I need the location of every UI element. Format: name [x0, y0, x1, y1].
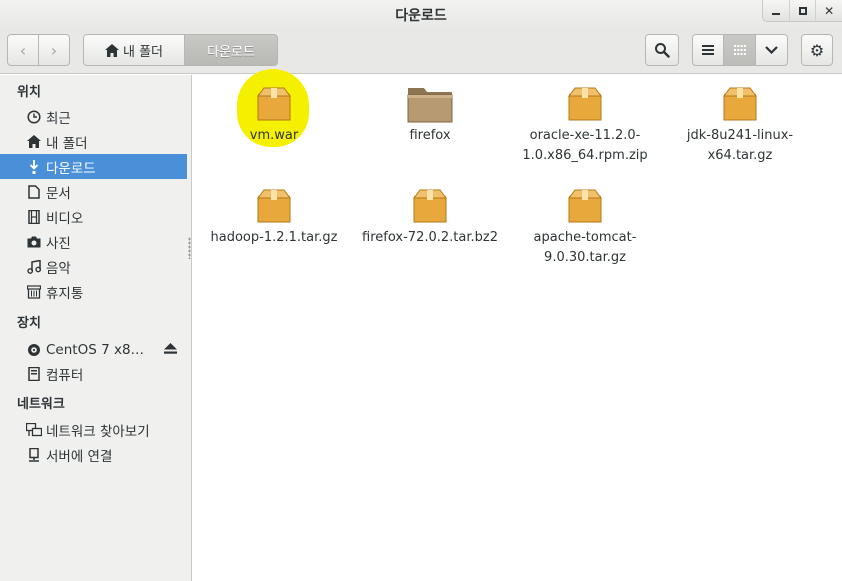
- grid-view-icon: [733, 45, 746, 55]
- package-icon: [568, 87, 602, 121]
- sidebar-item-label: 비디오: [46, 210, 84, 227]
- forward-icon: ›: [50, 40, 58, 60]
- gear-icon: ⚙: [809, 40, 825, 60]
- file-item-hadoop[interactable]: hadoop-1.2.1.tar.gz: [199, 186, 349, 248]
- package-icon: [723, 87, 757, 121]
- computer-icon: [26, 366, 42, 382]
- file-item-oracle-xe[interactable]: oracle-xe-11.2.0-1.0.x86_64.rpm.zip: [510, 84, 660, 166]
- music-icon: [26, 259, 42, 275]
- maximize-icon: [798, 6, 807, 15]
- sidebar-item-label: 휴지통: [46, 285, 84, 302]
- list-view-button[interactable]: [692, 34, 724, 66]
- sidebar-item-label: CentOS 7 x8…: [46, 341, 145, 358]
- document-icon: [26, 184, 42, 200]
- file-item-apache-tomcat[interactable]: apache-tomcat-9.0.30.tar.gz: [510, 186, 660, 268]
- sidebar-item-label: 최근: [46, 110, 71, 127]
- sidebar-header-devices: 장치: [17, 316, 41, 331]
- close-button[interactable]: ✕: [816, 0, 842, 21]
- sidebar-item-label: 다운로드: [46, 160, 96, 177]
- clock-icon: [26, 109, 42, 125]
- package-icon: [413, 189, 447, 223]
- sidebar-item-centos-disc[interactable]: CentOS 7 x8…: [0, 337, 187, 362]
- path-downloads-label: 다운로드: [207, 44, 255, 60]
- search-button[interactable]: [645, 34, 679, 66]
- package-icon: [257, 189, 291, 223]
- sidebar-item-documents[interactable]: 문서: [0, 179, 187, 204]
- view-options-button[interactable]: [755, 34, 788, 66]
- file-name: apache-tomcat-9.0.30.tar.gz: [533, 230, 637, 265]
- camera-icon: [26, 234, 42, 250]
- sidebar-item-browse-network[interactable]: 네트워크 찾아보기: [0, 417, 187, 442]
- window-controls: ✕: [762, 0, 842, 22]
- minimize-icon: [771, 12, 780, 15]
- file-name: firefox: [409, 128, 451, 143]
- file-name: firefox-72.0.2.tar.bz2: [362, 230, 498, 245]
- network-icon: [26, 422, 42, 438]
- sidebar-item-computer[interactable]: 컴퓨터: [0, 361, 187, 386]
- eject-icon[interactable]: [164, 342, 177, 357]
- toolbar: ‹ › 내 폴더 다운로드 ⚙: [0, 26, 842, 74]
- maximize-button[interactable]: [790, 0, 817, 21]
- sidebar-item-label: 음악: [46, 260, 71, 277]
- settings-button[interactable]: ⚙: [801, 34, 833, 66]
- path-button-downloads[interactable]: 다운로드: [184, 34, 278, 66]
- trash-icon: [26, 284, 42, 300]
- back-button[interactable]: ‹: [7, 34, 39, 66]
- sidebar-header-places: 위치: [17, 85, 41, 100]
- download-icon: [26, 159, 42, 175]
- file-name: jdk-8u241-linux-x64.tar.gz: [686, 128, 794, 163]
- sidebar-header-network: 네트워크: [17, 397, 65, 412]
- chevron-down-icon: [765, 46, 778, 54]
- sidebar-resize-handle[interactable]: [188, 237, 191, 259]
- server-icon: [26, 447, 42, 463]
- file-name: oracle-xe-11.2.0-1.0.x86_64.rpm.zip: [522, 128, 648, 163]
- back-icon: ‹: [19, 40, 27, 60]
- sidebar-item-label: 컴퓨터: [46, 367, 84, 384]
- file-item-firefox-archive[interactable]: firefox-72.0.2.tar.bz2: [355, 186, 505, 248]
- title-bar: 다운로드 ✕: [0, 0, 842, 26]
- search-icon: [655, 43, 670, 58]
- sidebar-item-home[interactable]: 내 폴더: [0, 129, 187, 154]
- sidebar-item-label: 네트워크 찾아보기: [46, 423, 150, 440]
- list-view-icon: [702, 45, 714, 55]
- sidebar-item-pictures[interactable]: 사진: [0, 229, 187, 254]
- close-icon: ✕: [824, 3, 835, 18]
- package-icon: [257, 87, 291, 121]
- sidebar-item-music[interactable]: 음악: [0, 254, 187, 279]
- sidebar-item-downloads[interactable]: 다운로드: [0, 154, 187, 179]
- path-home-label: 내 폴더: [122, 44, 163, 60]
- file-item-firefox-folder[interactable]: firefox: [355, 84, 505, 146]
- minimize-button[interactable]: [763, 0, 790, 21]
- forward-button[interactable]: ›: [38, 34, 70, 66]
- grid-view-button[interactable]: [723, 34, 756, 66]
- film-icon: [26, 209, 42, 225]
- sidebar-item-label: 서버에 연결: [46, 448, 113, 465]
- sidebar-item-label: 사진: [46, 235, 71, 252]
- sidebar: 위치 최근 내 폴더 다운로드 문서 비디오 사진 음악 휴지통 장치 Cent…: [0, 75, 192, 581]
- sidebar-item-recent[interactable]: 최근: [0, 104, 187, 129]
- disc-icon: [26, 342, 42, 358]
- sidebar-item-label: 문서: [46, 185, 71, 202]
- file-item-jdk[interactable]: jdk-8u241-linux-x64.tar.gz: [665, 84, 815, 166]
- home-icon: [104, 43, 119, 57]
- file-item-vm-war[interactable]: vm.war: [199, 84, 349, 146]
- package-icon: [568, 189, 602, 223]
- file-name: vm.war: [249, 128, 299, 143]
- file-name: hadoop-1.2.1.tar.gz: [210, 230, 338, 245]
- sidebar-item-label: 내 폴더: [46, 135, 88, 152]
- folder-icon: [407, 88, 453, 123]
- sidebar-item-videos[interactable]: 비디오: [0, 204, 187, 229]
- path-button-home[interactable]: 내 폴더: [83, 34, 185, 66]
- window-title: 다운로드: [395, 8, 447, 24]
- home-icon: [26, 134, 42, 150]
- sidebar-item-trash[interactable]: 휴지통: [0, 279, 187, 304]
- sidebar-item-connect-server[interactable]: 서버에 연결: [0, 442, 187, 467]
